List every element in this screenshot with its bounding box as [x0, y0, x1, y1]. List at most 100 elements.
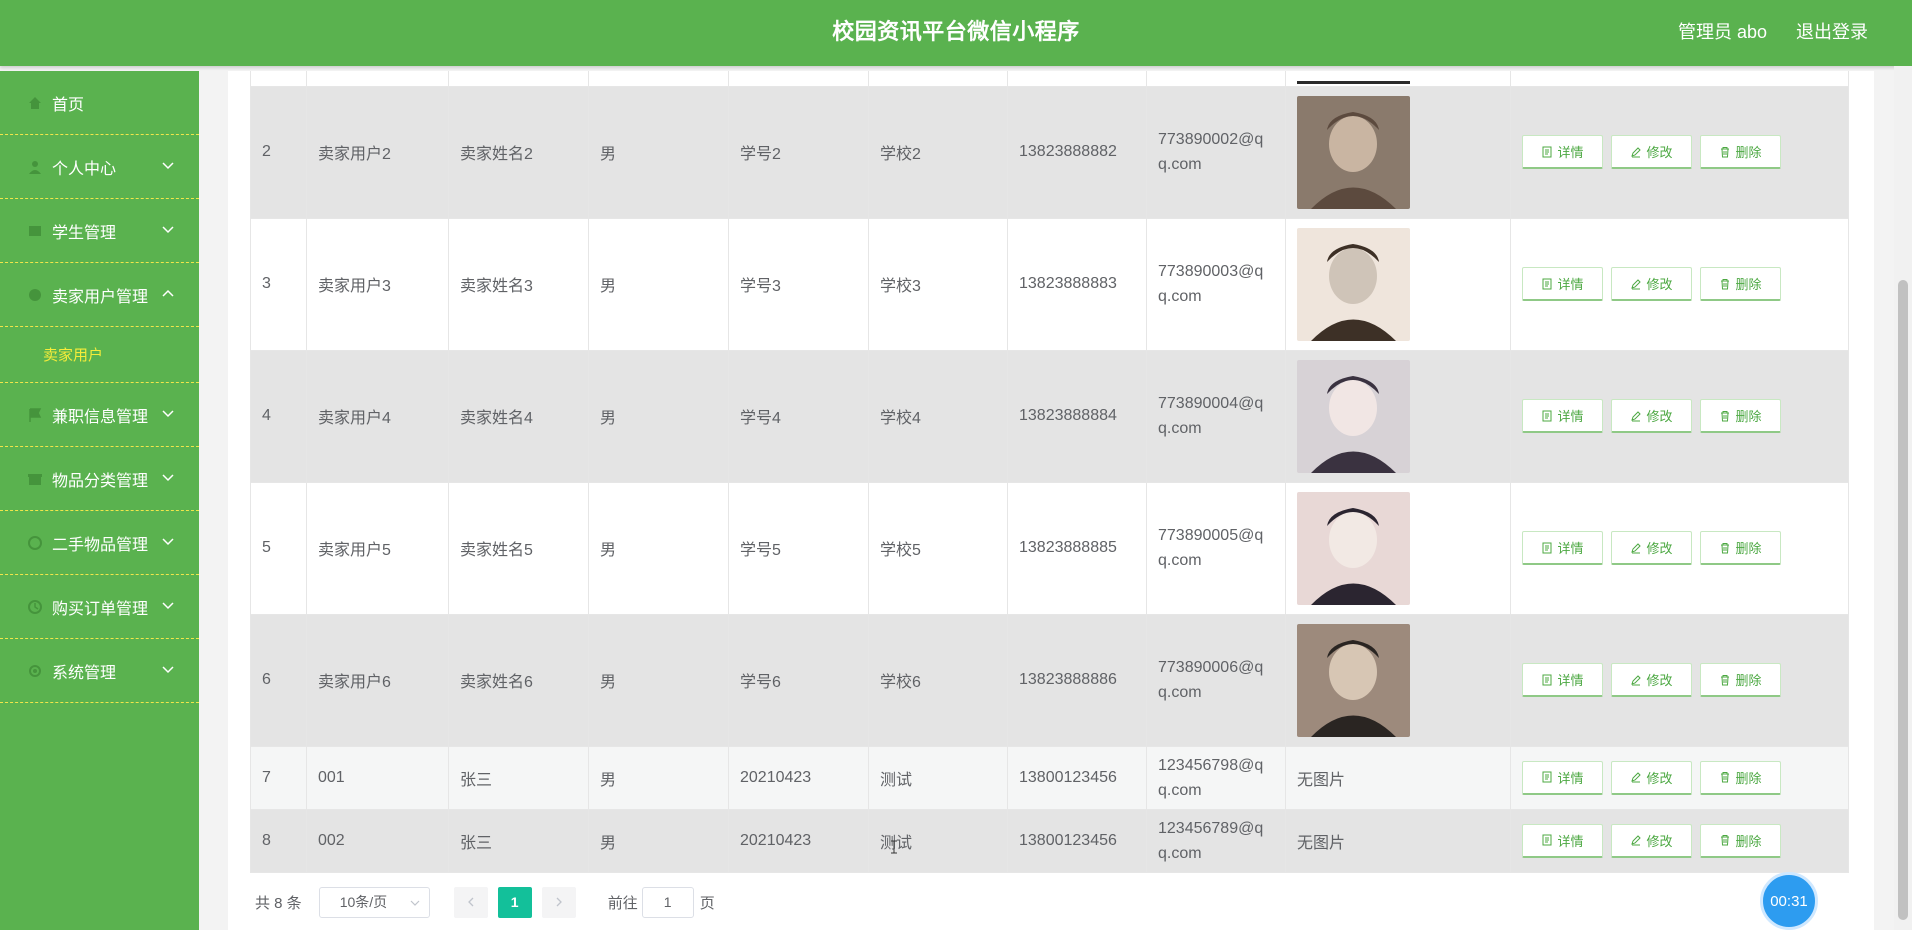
sidebar-item-label: 个人中心 — [52, 160, 117, 178]
table-row-partial — [250, 71, 1849, 87]
cell-index: 3 — [250, 218, 307, 351]
avatar — [1297, 491, 1410, 605]
logout-link[interactable]: 退出登录 — [1796, 0, 1868, 64]
delete-button[interactable]: 删除 — [1700, 663, 1781, 697]
delete-button[interactable]: 删除 — [1700, 399, 1781, 433]
table-row: 7 001 张三 男 20210423 测试 13800123456 123456798@qq… — [250, 746, 1849, 810]
page-scrollbar[interactable] — [1894, 66, 1912, 930]
detail-button[interactable]: 详情 — [1522, 663, 1603, 697]
cell-account: 卖家用户4 — [306, 350, 449, 483]
edit-icon — [1631, 542, 1642, 553]
document-icon — [1542, 146, 1552, 157]
cell-name-text: 卖家姓名3 — [460, 278, 533, 295]
sidebar-item-label: 购买订单管理 — [52, 600, 149, 618]
cell-index: 6 — [250, 614, 307, 747]
top-header: 校园资讯平台微信小程序 管理员 abo 退出登录 — [0, 0, 1912, 66]
cell-index-text: 4 — [262, 407, 271, 424]
scrollbar-thumb[interactable] — [1898, 280, 1908, 920]
cell-index: 2 — [250, 86, 307, 219]
delete-button[interactable]: 删除 — [1700, 531, 1781, 565]
cell-photo: 无图片 — [1285, 746, 1511, 810]
detail-button[interactable]: 详情 — [1522, 823, 1603, 858]
cell-name-text: 张三 — [460, 771, 493, 789]
cell-actions: 详情 修改 删除 — [1510, 482, 1849, 615]
page-number-current[interactable]: 1 — [497, 886, 532, 918]
cell-school: 学校2 — [868, 86, 1008, 219]
delete-button[interactable]: 删除 — [1700, 267, 1781, 301]
sidebar-item-category-management[interactable]: 物品分类管理 — [0, 447, 199, 511]
cell-index-text: 8 — [262, 831, 271, 849]
cell-photo-text: 无图片 — [1297, 771, 1346, 789]
seller-icon — [26, 286, 43, 303]
edit-label: 修改 — [1646, 409, 1673, 424]
cell-index-text: 2 — [262, 143, 271, 160]
edit-button[interactable]: 修改 — [1611, 531, 1692, 565]
cell-name-text: 卖家姓名6 — [460, 674, 533, 691]
cell-name-text: 卖家姓名2 — [460, 146, 533, 163]
detail-button[interactable]: 详情 — [1522, 135, 1603, 169]
edit-button[interactable]: 修改 — [1611, 823, 1692, 858]
edit-button[interactable]: 修改 — [1611, 760, 1692, 795]
sidebar-item-parttime-management[interactable]: 兼职信息管理 — [0, 383, 199, 447]
sidebar-item-label: 物品分类管理 — [52, 472, 149, 490]
delete-button[interactable]: 删除 — [1700, 135, 1781, 169]
sidebar-item-personal-center[interactable]: 个人中心 — [0, 135, 199, 199]
chevron-right-icon — [556, 897, 562, 907]
cell-gender: 男 — [588, 86, 729, 219]
detail-button[interactable]: 详情 — [1522, 267, 1603, 301]
edit-label: 修改 — [1646, 833, 1673, 849]
sidebar-item-order-management[interactable]: 购买订单管理 — [0, 575, 199, 639]
row-actions: 详情 修改 删除 — [1522, 399, 1837, 433]
edit-button[interactable]: 修改 — [1611, 663, 1692, 697]
edit-icon — [1631, 835, 1642, 846]
pagination: 共 8 条 10条/页 1 前往 页 — [255, 886, 715, 918]
cell-phone: 13823888886 — [1007, 614, 1147, 747]
delete-button[interactable]: 删除 — [1700, 760, 1781, 795]
sidebar: 首页 个人中心 学生管理 卖家用户管理 卖家用户 兼职信息管理 物品分类管理 二… — [0, 71, 199, 930]
cell-account-text: 卖家用户3 — [318, 278, 391, 295]
edit-button[interactable]: 修改 — [1611, 399, 1692, 433]
cell-phone: 13823888882 — [1007, 86, 1147, 219]
cell-student-no-text: 20210423 — [740, 831, 812, 849]
prev-page-button[interactable] — [453, 886, 488, 918]
detail-button[interactable]: 详情 — [1522, 531, 1603, 565]
sidebar-item-system-management[interactable]: 系统管理 — [0, 639, 199, 703]
timer-badge[interactable]: 00:31 — [1760, 872, 1818, 930]
sidebar-item-student-management[interactable]: 学生管理 — [0, 199, 199, 263]
goto-page-input[interactable] — [641, 886, 694, 918]
cell-gender: 男 — [588, 746, 729, 810]
cell-phone-text: 13823888886 — [1019, 671, 1117, 688]
settings-icon — [26, 662, 43, 679]
avatar — [1297, 359, 1410, 473]
cell-phone: 13823888883 — [1007, 218, 1147, 351]
delete-button[interactable]: 删除 — [1700, 823, 1781, 858]
delete-label: 删除 — [1735, 145, 1762, 160]
cell-email: 773890003@qq.com — [1146, 218, 1286, 351]
sidebar-item-seller-management[interactable]: 卖家用户管理 — [0, 263, 199, 327]
cell-name: 卖家姓名3 — [448, 218, 589, 351]
detail-button[interactable]: 详情 — [1522, 399, 1603, 433]
cell-email-text: 773890004@qq.com — [1158, 395, 1264, 437]
flag-icon — [26, 406, 43, 423]
admin-username: 管理员 abo — [1677, 22, 1767, 42]
page-size-select[interactable]: 10条/页 — [318, 886, 430, 918]
sidebar-item-secondhand-management[interactable]: 二手物品管理 — [0, 511, 199, 575]
edit-button[interactable]: 修改 — [1611, 267, 1692, 301]
sidebar-item-home[interactable]: 首页 — [0, 71, 199, 135]
chevron-down-icon — [410, 900, 420, 906]
cell-student-no: 20210423 — [728, 746, 869, 810]
cell-school: 学校5 — [868, 482, 1008, 615]
delete-label: 删除 — [1735, 409, 1762, 424]
detail-button[interactable]: 详情 — [1522, 760, 1603, 795]
cell-actions: 详情 修改 删除 — [1510, 218, 1849, 351]
cell-gender-text: 男 — [600, 834, 617, 852]
cell-actions: 详情 修改 删除 — [1510, 86, 1849, 219]
cell-phone-text: 13800123456 — [1019, 831, 1117, 849]
document-icon — [1542, 542, 1552, 553]
next-page-button[interactable] — [541, 886, 576, 918]
cell-student-no: 学号5 — [728, 482, 869, 615]
cell-account: 卖家用户2 — [306, 86, 449, 219]
edit-button[interactable]: 修改 — [1611, 135, 1692, 169]
submenu-item-seller-users[interactable]: 卖家用户 — [0, 327, 199, 383]
cell-gender-text: 男 — [600, 674, 617, 691]
